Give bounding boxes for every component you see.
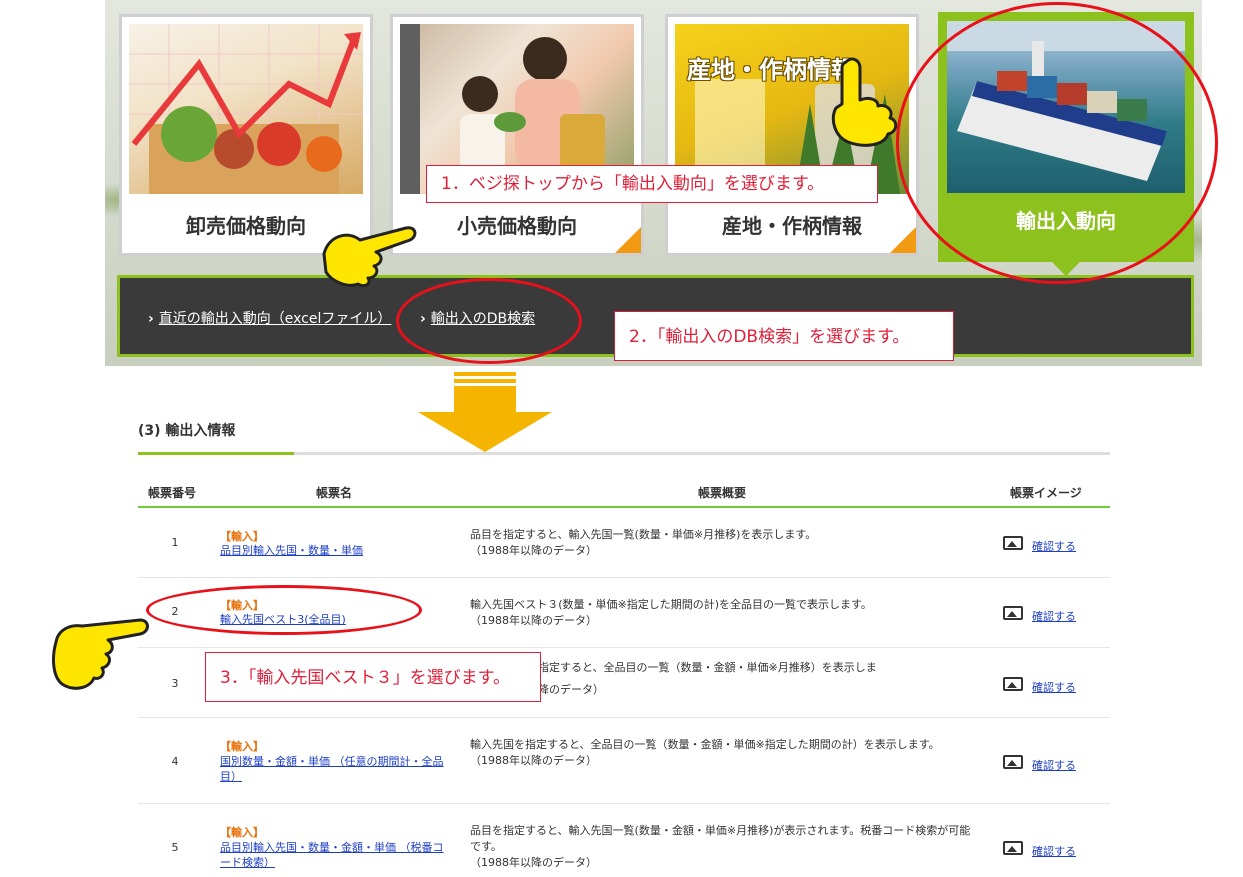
row-summary: 輸入先国を指定すると、全品目の一覧（数量・金額・単価※指定した期間の計）を表示し… — [470, 738, 940, 767]
instruction-step-2: 2．「輸出入のDB検索」を選びます。 — [614, 311, 954, 361]
pointing-hand-up-icon — [831, 57, 898, 147]
image-icon — [1003, 841, 1023, 855]
card-wholesale-price[interactable]: 卸売価格動向 — [119, 14, 373, 256]
table-row: 1 【輸入】 品目別輸入先国・数量・単価 品目を指定すると、輸入先国一覧(数量・… — [138, 509, 1110, 578]
header-name: 帳票名 — [316, 486, 353, 500]
chevron-right-icon: › — [148, 311, 154, 327]
price-trend-line-icon — [129, 24, 363, 194]
confirm-link[interactable]: 確認する — [1032, 538, 1076, 554]
confirm-link[interactable]: 確認する — [1032, 757, 1076, 773]
confirm-link[interactable]: 確認する — [1032, 679, 1076, 695]
header-image: 帳票イメージ — [1010, 486, 1082, 500]
instruction-step-3: 3．「輸入先国ベスト３」を選びます。 — [205, 652, 541, 702]
report-link[interactable]: 品目別輸入先国・数量・金額・単価 （税番コード検索） — [220, 840, 446, 870]
highlight-ring-best3 — [146, 585, 422, 635]
header-no: 帳票番号 — [148, 486, 197, 500]
section-divider — [138, 452, 1110, 455]
confirm-link[interactable]: 確認する — [1032, 608, 1076, 624]
row-number: 4 — [171, 755, 179, 768]
row-kind: 【輸入】 — [220, 826, 264, 839]
pointing-hand-icon — [322, 226, 417, 288]
row-summary: 指定すると、全品目の一覧（数量・金額・単価※月推移）を表示しま 降のデータ） — [538, 661, 877, 696]
header-summary: 帳票概要 — [698, 486, 747, 500]
image-icon — [1003, 536, 1023, 550]
pointing-hand-right-icon — [52, 618, 149, 690]
instruction-step-1: 1．ベジ探トップから「輸出入動向」を選びます。 — [426, 165, 878, 203]
table-row: 4 【輸入】 国別数量・金額・単価 （任意の期間計・全品目） 輸入先国を指定する… — [138, 718, 1110, 804]
row-summary: 品目を指定すると、輸入先国一覧(数量・金額・単価※月推移)が表示されます。税番コ… — [470, 824, 971, 869]
row-kind: 【輸入】 — [220, 740, 264, 753]
row-number: 3 — [171, 677, 179, 690]
table-header: 帳票番号 帳票名 帳票概要 帳票イメージ — [138, 482, 1110, 508]
highlight-ring-db-search — [396, 278, 582, 364]
row-kind: 【輸入】 — [220, 530, 264, 543]
row-summary: 品目を指定すると、輸入先国一覧(数量・単価※月推移)を表示します。 （1988年… — [470, 528, 817, 557]
confirm-link[interactable]: 確認する — [1032, 843, 1076, 859]
card-label: 小売価格動向 — [457, 214, 577, 238]
report-link[interactable]: 品目別輸入先国・数量・単価 — [220, 543, 446, 558]
row-number: 5 — [171, 841, 179, 854]
link-latest-import-export-excel[interactable]: › 直近の輸出入動向（excelファイル） — [148, 308, 391, 328]
image-icon — [1003, 677, 1023, 691]
image-icon — [1003, 606, 1023, 620]
vegetables-photo — [129, 24, 363, 194]
corner-triangle-icon — [615, 227, 641, 253]
highlight-ring-import-export — [896, 2, 1218, 284]
card-label: 産地・作柄情報 — [722, 214, 862, 238]
row-number: 1 — [171, 536, 179, 549]
table-row: 5 【輸入】 品目別輸入先国・数量・金額・単価 （税番コード検索） 品目を指定す… — [138, 804, 1110, 877]
corner-triangle-icon — [890, 227, 916, 253]
report-link[interactable]: 国別数量・金額・単価 （任意の期間計・全品目） — [220, 754, 446, 784]
section-title: (3) 輸出入情報 — [138, 423, 236, 439]
image-icon — [1003, 755, 1023, 769]
arrow-down-icon — [418, 372, 552, 452]
card-retail-price[interactable]: 小売価格動向 — [390, 14, 644, 256]
row-summary: 輸入先国ベスト３(数量・単価※指定した期間の計)を全品目の一覧で表示します。 （… — [470, 598, 872, 627]
